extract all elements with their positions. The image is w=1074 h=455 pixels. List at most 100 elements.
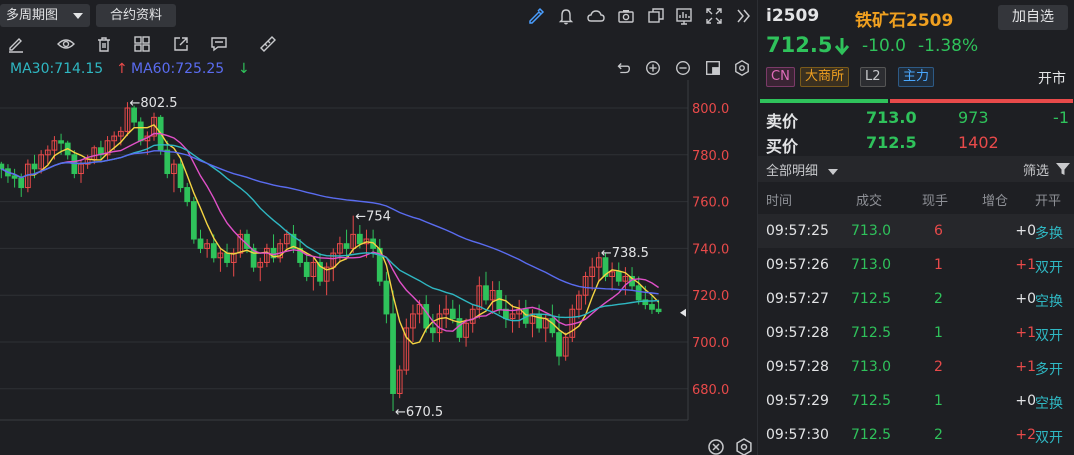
tick-type: 空换 <box>1035 396 1063 412</box>
filter-button[interactable]: 筛选 <box>1023 160 1049 179</box>
tick-time: 09:57:30 <box>766 427 829 443</box>
chevron-down-icon <box>828 168 839 175</box>
contract-name: 铁矿石2509 <box>855 11 954 31</box>
candle-body <box>31 163 38 170</box>
candlestick-chart[interactable]: 800.0 780.0 760.0 740.0 720.0 700.0 680.0 ←802.… <box>0 80 757 455</box>
candle-body <box>18 177 25 189</box>
candle-body <box>655 308 662 313</box>
period-label: 多周期图 <box>6 8 59 23</box>
period-dropdown[interactable]: 多周期图 <box>0 4 90 27</box>
bid-strength-bar <box>760 99 888 103</box>
comment-icon[interactable] <box>209 34 229 54</box>
cloud-icon[interactable] <box>586 6 606 26</box>
ask-price: 713.0 <box>866 108 917 127</box>
candle-body <box>556 332 562 357</box>
candle-body <box>383 280 390 315</box>
tick-row[interactable]: 09:57:28 713.0 2 +1 多开 <box>758 350 1074 384</box>
tick-price: 712.5 <box>851 427 892 443</box>
tick-qty: 2 <box>934 359 943 375</box>
tick-price: 712.5 <box>851 291 892 307</box>
ma30-value: MA30:714.15 <box>10 61 104 77</box>
chart-pane: 多周期图 合约资料 MA30:714.15 ↑ MA60:725.25 ↓ 80… <box>0 0 757 455</box>
price-extreme-label: ←670.5 <box>395 405 443 420</box>
tick-time: 09:57:28 <box>766 359 829 375</box>
tick-price: 713.0 <box>851 223 892 239</box>
eye-icon[interactable] <box>56 34 76 54</box>
candle-body <box>429 327 436 334</box>
bid-volume: 1402 <box>958 133 999 152</box>
collapse-panel-icon[interactable] <box>733 6 753 26</box>
tick-qty: 6 <box>934 223 943 239</box>
detail-filter-dropdown[interactable]: 全部明细 <box>766 160 839 179</box>
y-tick-label: 720.0 <box>692 289 729 304</box>
bell-icon[interactable] <box>556 6 576 26</box>
edit-icon[interactable] <box>6 34 26 54</box>
settings-icon[interactable] <box>734 437 752 455</box>
exchange-badge: 大商所 <box>800 67 850 87</box>
candle-body <box>536 313 542 329</box>
close-icon[interactable] <box>706 437 724 455</box>
funnel-icon[interactable] <box>1055 161 1071 177</box>
y-tick-label: 800.0 <box>692 102 729 117</box>
candle-body <box>224 252 230 263</box>
pencil-icon[interactable] <box>526 6 546 26</box>
ma60-value: MA60:725.25 <box>131 61 225 77</box>
y-tick-label: 700.0 <box>692 336 729 351</box>
tick-type: 多换 <box>1035 226 1063 242</box>
tick-price: 712.5 <box>851 325 892 341</box>
tick-qty: 1 <box>934 325 943 341</box>
tick-row[interactable]: 09:57:28 712.5 1 +1 双开 <box>758 316 1074 350</box>
trash-icon[interactable] <box>94 34 114 54</box>
tick-row[interactable]: 09:57:26 713.0 1 +1 双开 <box>758 248 1074 282</box>
tick-oi-change: +0 <box>1015 223 1036 239</box>
export-icon[interactable] <box>171 34 191 54</box>
arrow-down-icon: ↓ <box>238 61 250 77</box>
tick-qty: 2 <box>934 291 943 307</box>
ask-label: 卖价 <box>766 112 799 131</box>
chevron-down-icon <box>73 13 83 19</box>
tick-row[interactable]: 09:57:30 712.5 2 +2 双开 <box>758 418 1074 452</box>
y-tick-label: 780.0 <box>692 149 729 164</box>
tick-price: 713.0 <box>851 257 892 273</box>
ruler-icon[interactable] <box>258 34 278 54</box>
tick-row[interactable]: 09:57:25 713.0 6 +0 多换 <box>758 214 1074 248</box>
main-contract-badge: 主力 <box>898 67 935 87</box>
ma-legend: MA30:714.15 ↑ MA60:725.25 ↓ <box>0 58 757 80</box>
col-header-price: 成交 <box>856 194 883 209</box>
add-watchlist-button[interactable]: 加自选 <box>998 5 1068 30</box>
candle-body <box>0 163 5 170</box>
y-tick-label: 680.0 <box>692 383 729 398</box>
tick-type: 多开 <box>1035 362 1063 378</box>
candle-body <box>184 187 191 203</box>
col-header-time: 时间 <box>766 194 793 209</box>
tick-oi-change: +1 <box>1015 359 1036 375</box>
arrow-up-icon: ↑ <box>116 61 128 77</box>
price-extreme-label: ←802.5 <box>129 96 177 111</box>
y-tick-label: 760.0 <box>692 196 729 211</box>
fullscreen-icon[interactable] <box>704 6 724 26</box>
contract-info-button[interactable]: 合约资料 <box>96 4 176 27</box>
candle-body <box>71 154 78 175</box>
chart-board-icon[interactable] <box>674 6 694 26</box>
price-change-pct: -1.38% <box>918 36 979 56</box>
tick-row[interactable]: 09:57:29 712.5 1 +0 空换 <box>758 384 1074 418</box>
col-header-qty: 现手 <box>922 194 949 209</box>
candle-body <box>210 243 217 259</box>
multi-window-icon[interactable] <box>646 6 666 26</box>
orderbook-bid: 买价 712.5 1402 <box>758 133 1074 156</box>
symbol-code: i2509 <box>766 6 820 26</box>
last-price: 712.5 <box>766 33 833 57</box>
candle-body <box>649 304 655 310</box>
arrow-down-icon <box>834 36 850 56</box>
tick-type: 双开 <box>1035 328 1063 344</box>
camera-icon[interactable] <box>616 6 636 26</box>
level2-badge: L2 <box>860 67 886 87</box>
tick-oi-change: +2 <box>1015 427 1036 443</box>
tick-row[interactable]: 09:57:27 712.5 2 +0 空换 <box>758 282 1074 316</box>
grid-icon[interactable] <box>132 34 152 54</box>
tick-qty: 2 <box>934 427 943 443</box>
tick-price: 712.5 <box>851 393 892 409</box>
tick-time: 09:57:25 <box>766 223 829 239</box>
tick-oi-change: +1 <box>1015 325 1036 341</box>
drawing-toolbar <box>0 31 757 57</box>
